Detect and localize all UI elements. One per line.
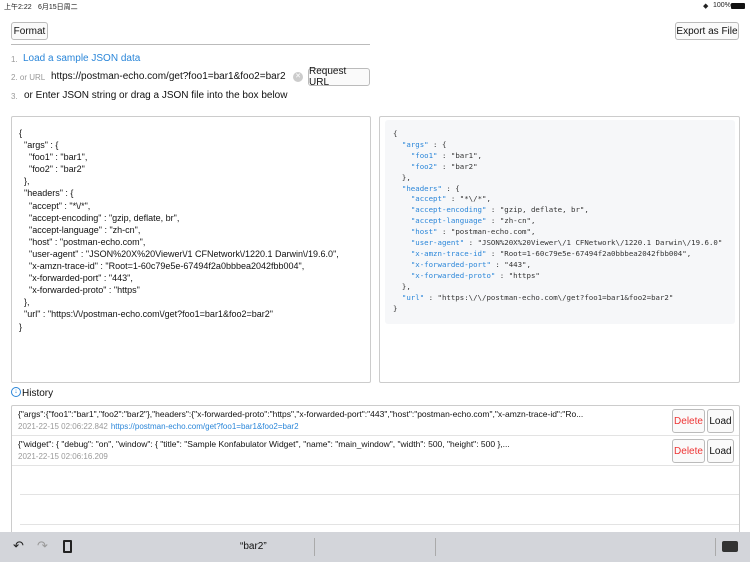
- history-item-json: {"widget": { "debug": "on", "window": { …: [18, 439, 510, 449]
- load-button[interactable]: Load: [707, 409, 734, 433]
- json-key: "x-forwarded-port": [410, 259, 491, 269]
- json-viewer-line: "args" : {: [401, 139, 447, 149]
- step1-number: 1.: [11, 55, 18, 64]
- json-viewer-line: "url" : "https:\/\/postman-echo.com\/get…: [401, 292, 674, 302]
- json-key: "host": [410, 227, 438, 237]
- suggestion[interactable]: “bar2”: [240, 541, 267, 552]
- request-url-button[interactable]: Request URL: [308, 66, 370, 88]
- json-key: "user-agent": [410, 238, 465, 248]
- json-viewer-panel: { "args" : { "foo1" : "bar1", "foo2" : "…: [379, 116, 740, 383]
- divider: [314, 538, 315, 556]
- json-viewer: { "args" : { "foo1" : "bar1", "foo2" : "…: [385, 120, 735, 324]
- step2-label: 2. or URL: [11, 73, 46, 82]
- divider: [715, 538, 716, 556]
- json-key: "foo1": [410, 150, 438, 160]
- history-item[interactable]: {"widget": { "debug": "on", "window": { …: [12, 436, 739, 466]
- history-list: {"args":{"foo1":"bar1","foo2":"bar2"},"h…: [11, 405, 740, 535]
- delete-button[interactable]: Delete: [672, 439, 705, 463]
- json-key: "accept-encoding": [410, 205, 487, 215]
- step3-number: 3.: [11, 92, 18, 101]
- history-item-json: {"args":{"foo1":"bar1","foo2":"bar2"},"h…: [18, 409, 584, 419]
- json-viewer-line: "accept-encoding" : "gzip, deflate, br",: [410, 205, 589, 215]
- json-viewer-line: "x-forwarded-port" : "443",: [410, 259, 531, 269]
- json-viewer-line: "user-agent" : "JSON%20X%20Viewer\/1 CFN…: [410, 238, 723, 248]
- json-key: "x-forwarded-proto": [410, 270, 496, 280]
- url-input[interactable]: https://postman-echo.com/get?foo1=bar1&f…: [51, 71, 286, 82]
- history-item-url[interactable]: https://postman-echo.com/get?foo1=bar1&f…: [111, 422, 299, 431]
- status-time: 上午2:22: [4, 4, 32, 11]
- divider: [11, 44, 370, 45]
- export-button[interactable]: Export as File: [675, 22, 739, 40]
- history-title[interactable]: History: [22, 388, 53, 399]
- json-viewer-line: "foo2" : "bar2": [410, 161, 478, 171]
- json-viewer-line: "x-amzn-trace-id" : "Root=1-60c79e5e-674…: [410, 248, 692, 258]
- json-viewer-line: "foo1" : "bar1",: [410, 150, 483, 160]
- json-key: "foo2": [410, 161, 438, 171]
- battery-percent: 100%: [713, 2, 731, 9]
- json-key: "url": [401, 292, 425, 302]
- json-key: "headers": [401, 183, 442, 193]
- json-viewer-line: {: [393, 129, 398, 138]
- json-key: "accept-language": [410, 216, 487, 226]
- wifi-icon: ◆: [703, 3, 709, 10]
- load-sample-link[interactable]: Load a sample JSON data: [23, 53, 140, 64]
- load-button[interactable]: Load: [707, 439, 734, 463]
- status-date: 6月15日周二: [38, 4, 78, 11]
- format-button[interactable]: Format: [11, 22, 48, 40]
- history-item-time: 2021-22-15 02:06:16.209: [18, 452, 108, 461]
- json-input-text[interactable]: { "args" : { "foo1" : "bar1", "foo2" : "…: [19, 127, 339, 333]
- json-viewer-line: "host" : "postman-echo.com",: [410, 227, 536, 237]
- redo-icon[interactable]: ↷: [37, 538, 48, 554]
- row-divider: [20, 524, 739, 525]
- history-item-time: 2021-22-15 02:06:22.842: [18, 422, 108, 431]
- json-key: "accept": [410, 194, 447, 204]
- history-item[interactable]: {"args":{"foo1":"bar1","foo2":"bar2"},"h…: [12, 406, 739, 436]
- json-viewer-line: },: [393, 172, 411, 182]
- json-key: "args": [401, 139, 429, 149]
- json-viewer-line: "accept-language" : "zh-cn",: [410, 216, 536, 226]
- keyboard-shortcut-bar: ↶ ↷ “bar2”: [0, 532, 750, 562]
- json-viewer-line: }: [393, 303, 398, 313]
- row-divider: [20, 494, 739, 495]
- divider: [435, 538, 436, 556]
- undo-icon[interactable]: ↶: [13, 538, 24, 554]
- delete-button[interactable]: Delete: [672, 409, 705, 433]
- history-toggle-icon[interactable]: ↓: [11, 387, 21, 397]
- paste-icon[interactable]: [63, 540, 72, 553]
- json-key: "x-amzn-trace-id": [410, 248, 487, 258]
- json-input-editor[interactable]: { "args" : { "foo1" : "bar1", "foo2" : "…: [11, 116, 371, 383]
- json-viewer-line: "accept" : "*\/*",: [410, 194, 491, 204]
- json-viewer-line: "headers" : {: [401, 183, 460, 193]
- json-viewer-line: "x-forwarded-proto" : "https": [410, 270, 540, 280]
- json-viewer-line: },: [393, 281, 411, 291]
- clear-icon[interactable]: ✕: [293, 72, 303, 82]
- battery-icon: [731, 3, 745, 9]
- step3-instructions: or Enter JSON string or drag a JSON file…: [24, 90, 288, 101]
- keyboard-icon[interactable]: [722, 541, 738, 552]
